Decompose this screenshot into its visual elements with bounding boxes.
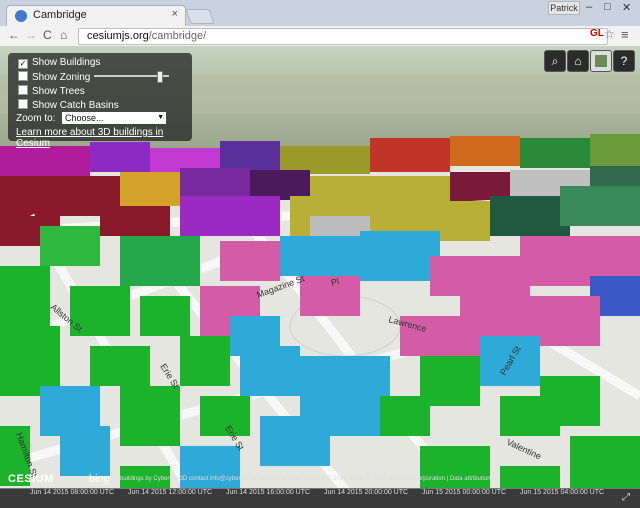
tab-close-icon[interactable]: × (172, 8, 178, 20)
timeline[interactable]: Jun 14 2015 08:00:00 UTC Jun 14 2015 12:… (0, 488, 640, 508)
cesium-logo[interactable]: CESIUM (8, 473, 54, 485)
layer-control-panel: ✓ Show Buildings Show Zoning Show Trees S… (8, 53, 192, 149)
timeline-label: Jun 14 2015 20:00:00 UTC (324, 489, 409, 496)
address-bar[interactable]: cesiumjs.org/cambridge/ (78, 28, 608, 45)
show-catch-basins-row[interactable]: Show Catch Basins (18, 99, 119, 111)
timeline-label: Jun 14 2015 16:00:00 UTC (226, 489, 311, 496)
forward-icon[interactable]: → (25, 28, 37, 42)
zoom-to-row: Zoom to: Choose... ▼ (16, 112, 186, 125)
home-icon[interactable]: ⌂ (60, 28, 67, 42)
show-zoning-row[interactable]: Show Zoning (18, 71, 178, 83)
help-icon: ? (620, 54, 628, 68)
tab-cambridge[interactable]: Cambridge × (6, 5, 186, 27)
show-buildings-row[interactable]: ✓ Show Buildings (18, 57, 100, 69)
browser-menu-icon[interactable]: ≡ (621, 27, 629, 42)
help-button[interactable]: ? (613, 50, 635, 72)
url-text: cesiumjs.org/cambridge/ (87, 30, 206, 42)
url-host: cesiumjs.org (87, 30, 149, 42)
show-trees-checkbox[interactable] (18, 85, 28, 95)
show-trees-label: Show Trees (32, 86, 85, 97)
zoom-to-select[interactable]: Choose... ▼ (62, 112, 166, 124)
cesium-favicon-icon (15, 10, 27, 22)
zoom-to-value: Choose... (65, 113, 104, 123)
credit-text: buildings by CyberCity3D contact info@cy… (120, 476, 491, 482)
slider-handle[interactable] (157, 71, 163, 83)
timeline-label: Jun 15 2015 00:00:00 UTC (422, 489, 507, 496)
show-zoning-label: Show Zoning (32, 72, 91, 83)
browser-window: Cambridge × Patrick – □ ✕ ← → C ⌂ cesium… (0, 0, 640, 508)
maximize-icon[interactable]: □ (604, 1, 611, 13)
home-view-button[interactable]: ⌂ (567, 50, 589, 72)
fullscreen-icon[interactable]: ⤢ (622, 492, 630, 503)
bookmark-star-icon[interactable]: ☆ (604, 27, 615, 41)
back-icon[interactable]: ← (8, 28, 20, 42)
search-icon: ⌕ (551, 54, 559, 68)
timeline-label: Jun 14 2015 08:00:00 UTC (30, 489, 115, 496)
base-layer-picker-button[interactable] (590, 50, 612, 72)
extension-gl-icon[interactable]: GL (590, 28, 604, 39)
bing-logo[interactable]: bing (89, 473, 110, 485)
reload-icon[interactable]: C (43, 28, 52, 42)
url-path: /cambridge/ (148, 30, 207, 42)
new-tab-button[interactable] (185, 9, 215, 24)
minimize-icon[interactable]: – (586, 1, 592, 13)
timeline-label: Jun 15 2015 04:00:00 UTC (520, 489, 605, 496)
geocoder-search-button[interactable]: ⌕ (544, 50, 566, 72)
home-icon: ⌂ (574, 54, 582, 68)
profile-button[interactable]: Patrick (548, 1, 580, 15)
chevron-down-icon: ▼ (157, 114, 164, 121)
browser-toolbar: ← → C ⌂ cesiumjs.org/cambridge/ GL ☆ ≡ (0, 26, 640, 47)
tab-bar: Cambridge × Patrick – □ ✕ (0, 0, 640, 27)
zoning-opacity-slider[interactable] (94, 71, 169, 83)
tab-title: Cambridge (33, 9, 87, 21)
show-zoning-checkbox[interactable] (18, 71, 28, 81)
timeline-label: Jun 14 2015 12:00:00 UTC (128, 489, 213, 496)
zoom-to-label: Zoom to: (16, 113, 56, 124)
learn-more-link[interactable]: Learn more about 3D buildings in Cesium (16, 127, 192, 149)
show-catch-basins-checkbox[interactable] (18, 99, 28, 109)
show-buildings-label: Show Buildings (32, 57, 101, 68)
show-buildings-checkbox[interactable]: ✓ (18, 59, 28, 69)
show-trees-row[interactable]: Show Trees (18, 85, 85, 97)
layers-icon (595, 55, 607, 67)
show-catch-basins-label: Show Catch Basins (32, 100, 119, 111)
close-window-icon[interactable]: ✕ (622, 1, 631, 14)
